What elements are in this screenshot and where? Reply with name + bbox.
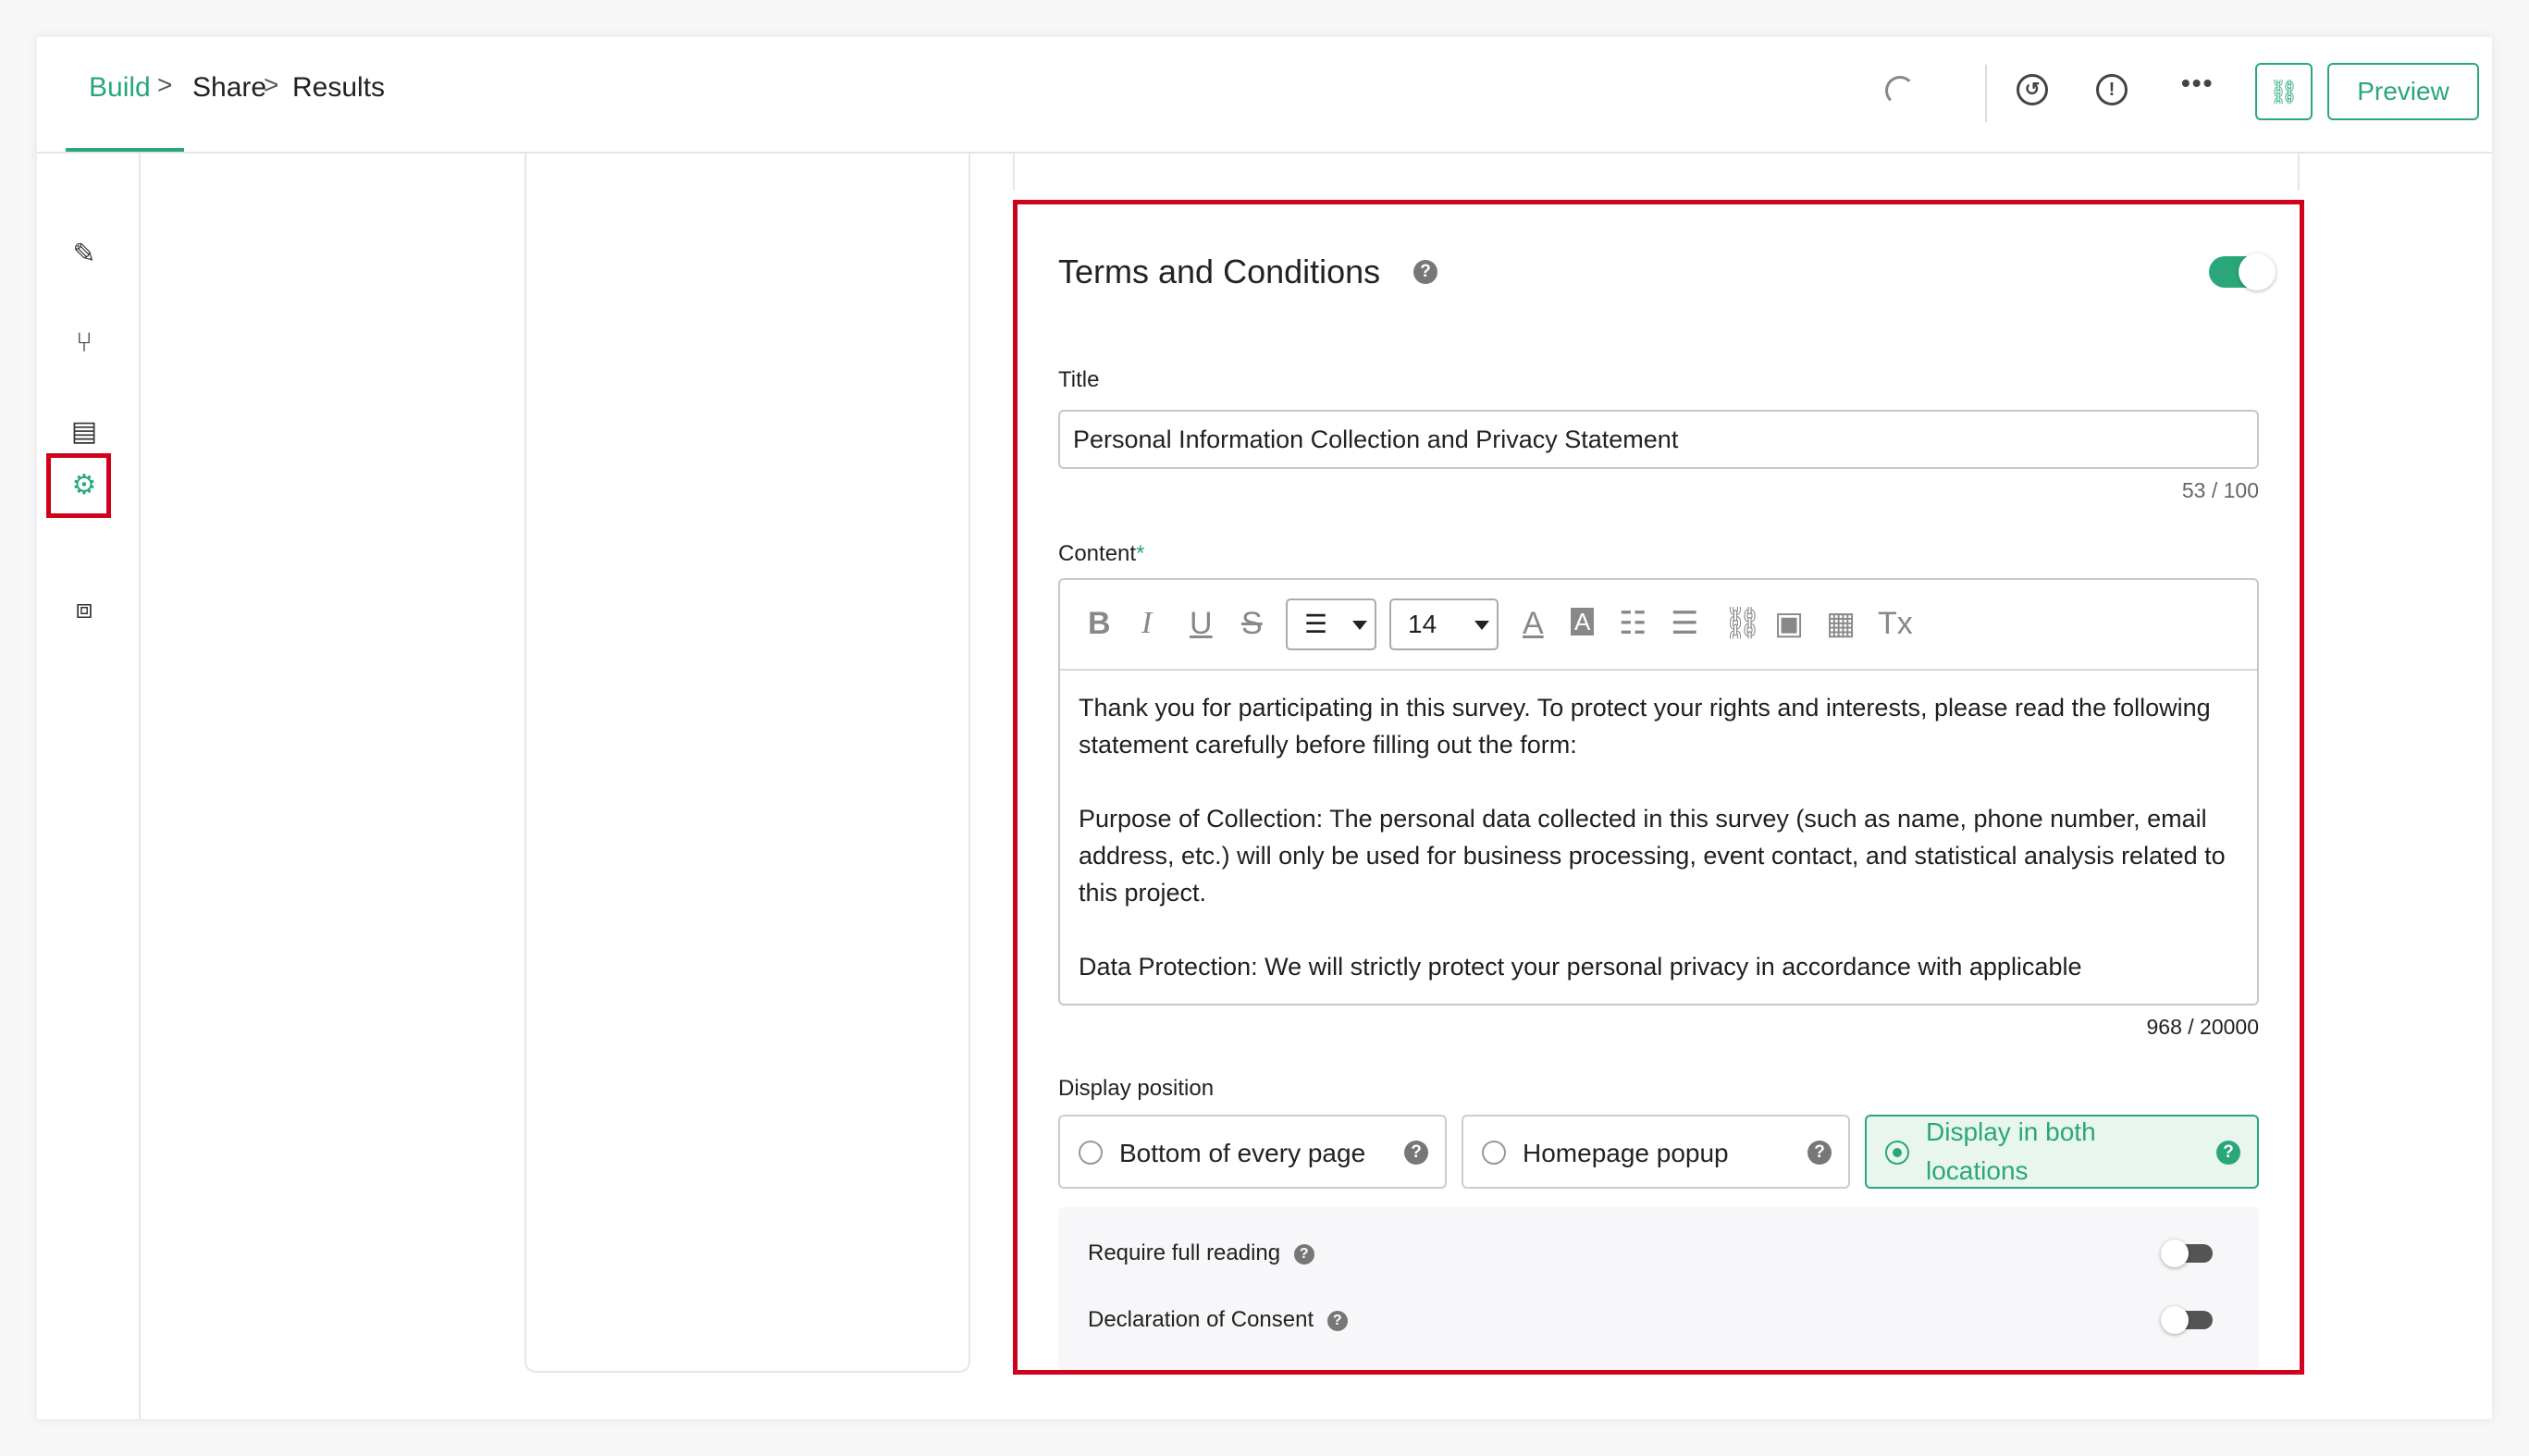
strikethrough-button[interactable]: S [1241,600,1263,647]
help-icon[interactable]: ? [1404,1141,1428,1165]
chevron-right-icon: > [157,70,173,99]
pencil-icon[interactable]: ✎ [61,231,107,278]
declaration-of-consent-label: Declaration of Consent [1088,1307,1314,1332]
help-icon[interactable]: ? [1413,260,1437,284]
toggle-knob [2161,1240,2189,1267]
help-icon[interactable]: ? [1807,1141,1832,1165]
loading-spinner-icon [1885,76,1915,105]
content-paragraph: Thank you for participating in this surv… [1079,694,2211,759]
more-horizontal-icon[interactable]: ••• [2181,68,2214,98]
radio-option-display-in-both-locations[interactable]: Display in both locations ? [1865,1115,2259,1189]
required-mark: * [1136,541,1145,566]
require-full-reading-label: Require full reading [1088,1240,1281,1265]
divider [1985,65,1987,122]
alert-circle-icon[interactable]: ! [2096,74,2128,105]
help-icon[interactable]: ? [1326,1310,1348,1331]
ordered-list-icon[interactable]: ☷ [1619,600,1647,647]
radio-option-bottom-of-every-page[interactable]: Bottom of every page ? [1058,1115,1447,1189]
font-color-button[interactable]: A [1523,600,1544,647]
paint-roller-icon[interactable]: ▤ [61,409,107,455]
italic-button[interactable]: I [1141,600,1152,647]
tab-build[interactable]: Build [89,72,151,104]
radio-label: Display in both locations [1926,1117,2096,1185]
top-bar: Build > Share > Results ↺ ! ••• ⛓ Previe… [37,37,2492,154]
table-icon[interactable]: ▦ [1826,600,1856,647]
radio-option-homepage-popup[interactable]: Homepage popup ? [1462,1115,1850,1189]
divider [1013,154,1015,191]
declaration-of-consent-toggle[interactable] [2161,1306,2213,1334]
align-left-icon: ☰ [1304,610,1328,638]
app-window: Build > Share > Results ↺ ! ••• ⛓ Previe… [37,37,2492,1419]
branch-icon[interactable]: ⑂ [61,320,107,366]
terms-enabled-toggle[interactable] [2209,253,2276,290]
radio-button[interactable] [1482,1141,1506,1165]
active-tab-indicator [66,148,184,152]
content-label: Content* [1058,541,1144,567]
divider [2298,154,2300,191]
radio-label: Homepage popup [1523,1139,1729,1167]
chevron-right-icon: > [264,70,279,99]
terms-heading: Terms and Conditions [1058,253,1381,290]
image-icon[interactable]: ▣ [1774,600,1804,647]
bullet-list-icon[interactable]: ☰ [1671,600,1698,647]
terms-settings-card: Terms and Conditions ? Title Personal In… [1013,200,2304,1375]
chevron-down-icon [1352,621,1367,630]
radio-button[interactable] [1079,1141,1103,1165]
tab-share[interactable]: Share [192,72,266,104]
copy-link-button[interactable]: ⛓ [2255,63,2313,120]
underline-button[interactable]: U [1190,600,1213,647]
align-dropdown[interactable]: ☰ [1286,598,1376,650]
help-icon[interactable]: ? [1293,1243,1314,1265]
clear-format-button[interactable]: Tx [1878,600,1913,647]
content-paragraph: Data Protection: We will strictly protec… [1079,953,2082,981]
toggle-knob [2161,1306,2189,1334]
history-icon[interactable]: ↺ [2017,74,2048,105]
require-full-reading-toggle[interactable] [2161,1240,2213,1267]
title-char-counter: 53 / 100 [2181,478,2259,502]
link-icon[interactable]: ⛓ [1722,600,1762,647]
extra-options-panel: Require full reading ? Declaration of Co… [1058,1207,2259,1370]
background-color-button[interactable]: A [1571,608,1595,635]
content-label-text: Content [1058,541,1137,566]
content-paragraph: Purpose of Collection: The personal data… [1079,805,2226,907]
help-icon[interactable]: ? [2216,1141,2240,1165]
radio-button[interactable] [1885,1141,1909,1165]
content-char-counter: 968 / 20000 [2146,1015,2259,1039]
link-icon: ⛓ [2268,78,2300,105]
declaration-of-consent-row: Declaration of Consent ? [1088,1307,1348,1333]
code-icon[interactable]: ⧈ [61,586,107,633]
display-position-label: Display position [1058,1076,1215,1101]
require-full-reading-row: Require full reading ? [1088,1240,1314,1266]
radio-label: Bottom of every page [1119,1139,1366,1167]
title-input[interactable]: Personal Information Collection and Priv… [1058,410,2259,469]
bold-button[interactable]: B [1088,600,1111,647]
gear-icon[interactable]: ⚙ [61,463,107,509]
preview-button[interactable]: Preview [2327,63,2479,120]
title-label: Title [1058,367,1100,392]
font-size-value: 14 [1408,610,1437,638]
font-size-dropdown[interactable]: 14 [1389,598,1499,650]
toggle-knob [2239,253,2276,290]
editor-content[interactable]: Thank you for participating in this surv… [1079,689,2235,1004]
form-preview-panel [524,154,970,1373]
left-rail: ✎ ⑂ ▤ ⚙ ⧈ [37,154,141,1419]
tab-results[interactable]: Results [292,72,385,104]
rich-text-editor: B I U S ☰ 14 A A ☷ ☰ ⛓ ▣ ▦ Tx Thank you … [1058,578,2259,1006]
editor-toolbar: B I U S ☰ 14 A A ☷ ☰ ⛓ ▣ ▦ Tx [1060,580,2257,671]
chevron-down-icon [1474,621,1489,630]
